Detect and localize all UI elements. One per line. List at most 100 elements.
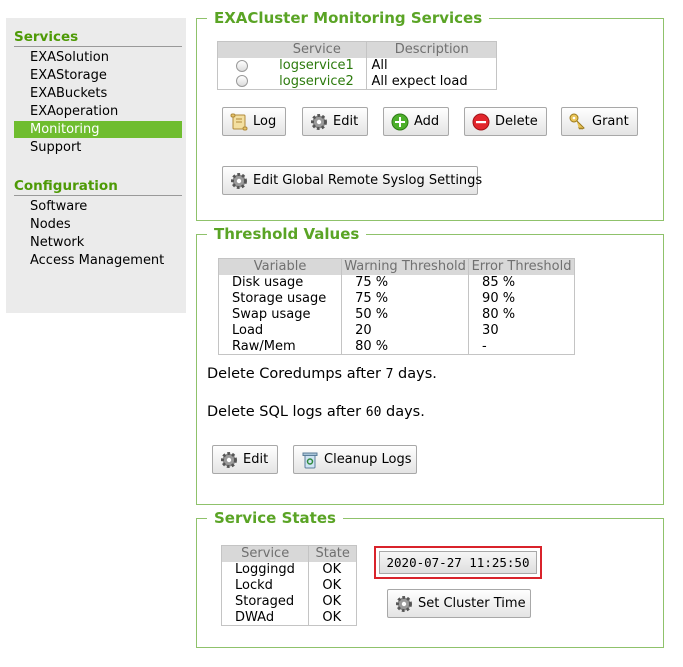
- state-value: OK: [308, 593, 357, 610]
- threshold-error: 85 %: [468, 274, 575, 291]
- column-header-description: Description: [366, 41, 497, 58]
- table-row: Storaged OK: [222, 593, 357, 610]
- table-row: logservice2 All expect load: [218, 73, 497, 90]
- table-row: Load 20 30: [219, 322, 575, 339]
- service-states-legend: Service States: [207, 509, 343, 527]
- table-header-row: Service State: [221, 545, 357, 562]
- edit-syslog-label: Edit Global Remote Syslog Settings: [253, 173, 483, 188]
- cleanup-logs-button[interactable]: Cleanup Logs: [293, 445, 417, 474]
- nav-heading-configuration: Configuration: [14, 178, 182, 196]
- coredumps-retention-text: Delete Coredumps after 7 days.: [207, 366, 437, 382]
- threshold-variable: Swap usage: [232, 307, 311, 322]
- nav-item-support[interactable]: Support: [14, 139, 182, 156]
- threshold-error: -: [468, 338, 575, 355]
- nav-item-exastorage[interactable]: EXAStorage: [14, 67, 182, 84]
- threshold-warning: 75 %: [341, 290, 469, 307]
- table-row: DWAd OK: [222, 609, 357, 626]
- column-header-service: Service: [221, 545, 309, 562]
- nav-item-exaoperation[interactable]: EXAoperation: [14, 103, 182, 120]
- set-cluster-time-button[interactable]: Set Cluster Time: [387, 589, 531, 618]
- state-value: OK: [308, 609, 357, 626]
- table-header-row: Service Description: [217, 41, 497, 58]
- grant-button[interactable]: Grant: [561, 107, 638, 136]
- threshold-table: Variable Warning Threshold Error Thresho…: [218, 258, 575, 355]
- service-description: All: [366, 57, 497, 74]
- recycle-bin-icon: [300, 450, 320, 470]
- threshold-error: 80 %: [468, 306, 575, 323]
- nav-heading-services: Services: [14, 29, 182, 47]
- cluster-time-highlight: 2020-07-27 11:25:50: [374, 546, 542, 579]
- state-service-name: DWAd: [235, 609, 275, 625]
- state-value: OK: [308, 561, 357, 578]
- cleanup-logs-label: Cleanup Logs: [324, 452, 412, 467]
- key-icon: [568, 112, 588, 132]
- threshold-warning: 50 %: [341, 306, 469, 323]
- sql-logs-days-value: 60: [365, 405, 382, 420]
- threshold-variable: Disk usage: [232, 275, 304, 290]
- column-header-variable: Variable: [218, 258, 342, 275]
- threshold-variable: Load: [232, 323, 264, 338]
- set-cluster-time-label: Set Cluster Time: [418, 596, 526, 611]
- edit-service-button[interactable]: Edit: [302, 107, 368, 136]
- delete-service-button[interactable]: Delete: [464, 107, 547, 136]
- sidebar-nav: Services EXASolution EXAStorage EXABucke…: [6, 18, 186, 313]
- scroll-icon: [229, 112, 249, 132]
- nav-item-software[interactable]: Software: [14, 198, 182, 215]
- table-row: Disk usage 75 % 85 %: [219, 274, 575, 291]
- log-button-label: Log: [253, 114, 277, 129]
- threshold-variable: Storage usage: [232, 291, 327, 306]
- column-header-service: Service: [267, 41, 367, 58]
- threshold-values-legend: Threshold Values: [207, 225, 367, 243]
- table-row: Swap usage 50 % 80 %: [219, 306, 575, 323]
- log-button[interactable]: Log: [222, 107, 286, 136]
- delete-button-label: Delete: [495, 114, 538, 129]
- select-radio-logservice1[interactable]: [236, 59, 248, 72]
- sql-logs-retention-text: Delete SQL logs after 60 days.: [207, 404, 425, 420]
- select-column-header: [217, 41, 268, 58]
- table-row: Storage usage 75 % 90 %: [219, 290, 575, 307]
- table-header-row: Variable Warning Threshold Error Thresho…: [218, 258, 575, 275]
- nav-item-network[interactable]: Network: [14, 234, 182, 251]
- gear-icon: [394, 594, 414, 614]
- add-button-label: Add: [414, 114, 440, 129]
- state-service-name: Lockd: [235, 578, 273, 593]
- service-link-logservice1[interactable]: logservice1: [279, 58, 354, 73]
- select-radio-logservice2[interactable]: [236, 75, 248, 88]
- threshold-variable: Raw/Mem: [232, 338, 296, 354]
- threshold-warning: 80 %: [341, 338, 469, 355]
- nav-item-monitoring[interactable]: Monitoring: [14, 121, 182, 138]
- nav-item-access-management[interactable]: Access Management: [14, 252, 182, 269]
- edit-button-label: Edit: [333, 114, 359, 129]
- add-service-button[interactable]: Add: [383, 107, 449, 136]
- cluster-time-display: 2020-07-27 11:25:50: [379, 551, 537, 574]
- gear-icon: [309, 112, 329, 132]
- edit-global-syslog-button[interactable]: Edit Global Remote Syslog Settings: [222, 166, 482, 195]
- plus-circle-icon: [390, 112, 410, 132]
- column-header-state: State: [308, 545, 357, 562]
- state-service-name: Storaged: [235, 594, 295, 609]
- column-header-error: Error Threshold: [468, 258, 575, 275]
- edit-threshold-button[interactable]: Edit: [212, 445, 278, 474]
- service-link-logservice2[interactable]: logservice2: [279, 74, 354, 89]
- column-header-warning: Warning Threshold: [341, 258, 469, 275]
- state-service-name: Loggingd: [235, 562, 295, 577]
- monitoring-services-legend: EXACluster Monitoring Services: [207, 9, 490, 27]
- gear-icon: [229, 171, 249, 191]
- table-row: Raw/Mem 80 % -: [219, 338, 575, 355]
- threshold-warning: 75 %: [341, 274, 469, 291]
- threshold-warning: 20: [341, 322, 469, 339]
- minus-circle-icon: [471, 112, 491, 132]
- nav-item-nodes[interactable]: Nodes: [14, 216, 182, 233]
- nav-item-exabuckets[interactable]: EXABuckets: [14, 85, 182, 102]
- table-row: logservice1 All: [218, 57, 497, 74]
- edit-threshold-label: Edit: [243, 452, 269, 467]
- service-description: All expect load: [366, 73, 497, 90]
- table-row: Loggingd OK: [222, 561, 357, 578]
- state-value: OK: [308, 577, 357, 594]
- table-row: Lockd OK: [222, 577, 357, 594]
- monitoring-services-table: Service Description logservice1 All logs…: [217, 41, 497, 90]
- service-states-table: Service State Loggingd OK Lockd OK Stora…: [221, 545, 357, 626]
- threshold-error: 30: [468, 322, 575, 339]
- gear-icon: [219, 450, 239, 470]
- nav-item-exasolution[interactable]: EXASolution: [14, 49, 182, 66]
